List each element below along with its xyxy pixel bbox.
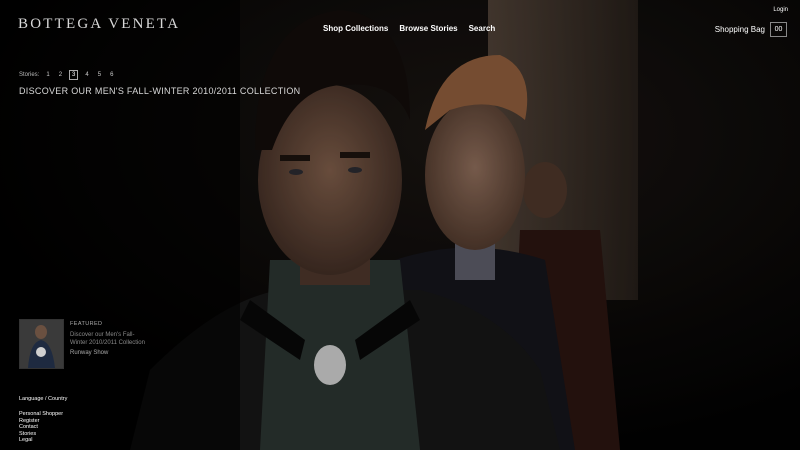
story-page-4[interactable]: 4 <box>83 71 90 79</box>
nav-search[interactable]: Search <box>469 24 496 33</box>
story-page-3[interactable]: 3 <box>69 70 79 80</box>
footer-legal[interactable]: Legal <box>19 437 63 444</box>
login-link[interactable]: Login <box>773 7 788 13</box>
stories-pager: Stories: 1 2 3 4 5 6 <box>19 70 115 80</box>
language-country-selector[interactable]: Language / Country <box>19 396 67 402</box>
featured-description[interactable]: Discover our Men's Fall-Winter 2010/2011… <box>70 331 150 347</box>
featured-runway-link[interactable]: Runway Show <box>70 350 150 356</box>
top-navigation: Shop Collections Browse Stories Search <box>323 24 495 33</box>
featured-label: FEATURED <box>70 321 103 327</box>
nav-browse-stories[interactable]: Browse Stories <box>399 24 457 33</box>
shopping-bag-label[interactable]: Shopping Bag <box>715 25 765 34</box>
story-page-6[interactable]: 6 <box>108 71 115 79</box>
story-page-1[interactable]: 1 <box>44 71 51 79</box>
brand-logo[interactable]: BOTTEGA VENETA <box>18 16 180 33</box>
shopping-bag-count[interactable]: 00 <box>770 22 787 37</box>
footer-links: Personal Shopper Register Contact Storie… <box>19 411 63 444</box>
stories-label: Stories: <box>19 72 40 78</box>
shopping-bag[interactable]: Shopping Bag 00 <box>715 22 787 37</box>
hero-image <box>0 0 800 450</box>
story-page-2[interactable]: 2 <box>57 71 64 79</box>
featured-panel: FEATURED Discover our Men's Fall-Winter … <box>19 319 150 369</box>
featured-thumbnail[interactable] <box>19 319 64 369</box>
story-headline[interactable]: DISCOVER OUR MEN'S FALL-WINTER 2010/2011… <box>19 86 300 96</box>
nav-shop-collections[interactable]: Shop Collections <box>323 24 388 33</box>
story-page-5[interactable]: 5 <box>96 71 103 79</box>
